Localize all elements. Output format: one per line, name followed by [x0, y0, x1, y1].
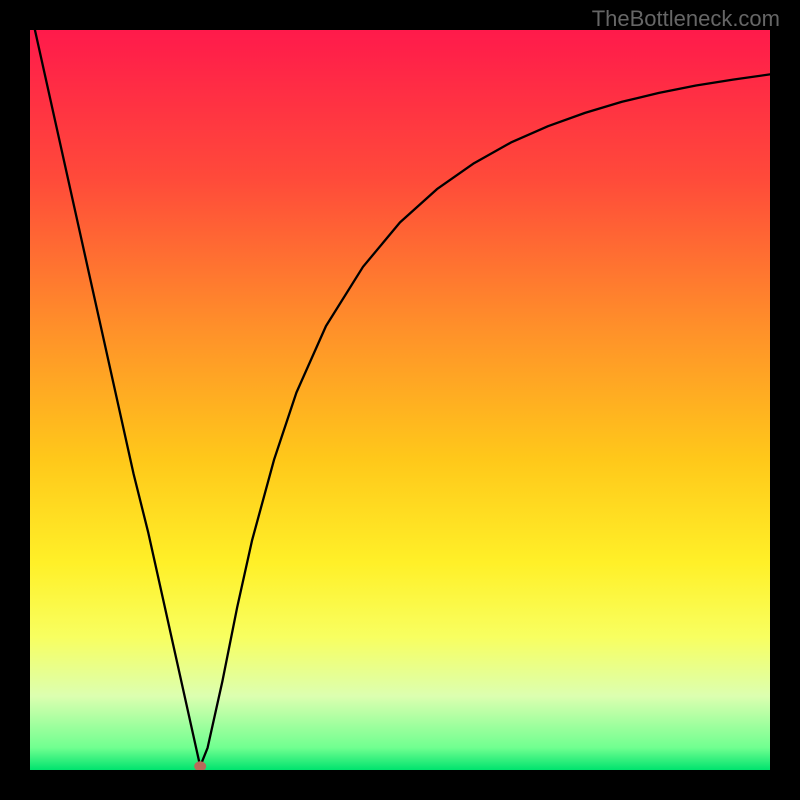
watermark-text: TheBottleneck.com [592, 6, 780, 32]
chart-frame [30, 30, 770, 770]
chart-background [30, 30, 770, 770]
bottleneck-chart [30, 30, 770, 770]
